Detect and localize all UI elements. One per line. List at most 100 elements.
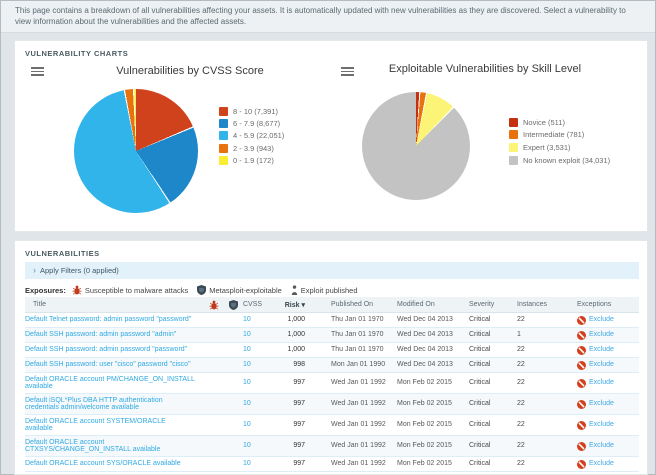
legend-swatch xyxy=(509,142,518,152)
exclude-label: Exclude xyxy=(589,421,614,429)
risk-value: 997 xyxy=(293,379,305,387)
skill-level-pie-chart[interactable] xyxy=(362,92,470,200)
cvss-value-link[interactable]: 10 xyxy=(243,460,273,468)
legend-item[interactable]: Expert (3,531) xyxy=(509,141,610,154)
cvss-value-link[interactable]: 10 xyxy=(243,400,273,408)
column-header-risk[interactable]: Risk ▾ xyxy=(273,301,313,309)
table-row: Default SSH password: user "cisco" passw… xyxy=(25,358,639,373)
legend-item[interactable]: 4 - 5.9 (22,051) xyxy=(219,130,284,142)
exclude-label: Exclude xyxy=(589,346,614,354)
instances-value: 22 xyxy=(517,460,525,468)
exclude-button[interactable]: Exclude xyxy=(555,345,639,355)
modified-date: Mon Feb 02 2015 xyxy=(397,400,452,408)
severity-value: Critical xyxy=(469,379,491,387)
legend-item[interactable]: Intermediate (781) xyxy=(509,129,610,142)
column-header-instances[interactable]: Instances xyxy=(515,301,555,308)
published-date: Thu Jan 01 1970 xyxy=(331,331,384,339)
severity-value: Critical xyxy=(469,442,491,450)
vulnerability-title-link[interactable]: Default ORACLE account PM/CHANGE_ON_INST… xyxy=(25,376,205,391)
exclude-button[interactable]: Exclude xyxy=(555,399,639,409)
page-description-banner: This page contains a breakdown of all vu… xyxy=(1,1,655,33)
severity-value: Critical xyxy=(469,331,491,339)
apply-filters-bar[interactable]: › Apply Filters (0 applied) xyxy=(25,262,639,279)
legend-item[interactable]: 6 - 7.9 (8,677) xyxy=(219,117,284,129)
column-header-published[interactable]: Published On xyxy=(313,301,395,308)
cvss-value-link[interactable]: 10 xyxy=(243,346,273,354)
exposures-label: Exposures: xyxy=(25,285,66,295)
table-row: Default Telnet password: admin password … xyxy=(25,313,639,328)
vulnerability-title-link[interactable]: Default ORACLE account CTXSYS/CHANGE_ON_… xyxy=(25,439,205,454)
exclude-button[interactable]: Exclude xyxy=(555,330,639,340)
table-header-row: Title CVSS Risk ▾ Published On Modified … xyxy=(25,297,639,313)
published-date: Wed Jan 01 1992 xyxy=(331,400,386,408)
cvss-value-link[interactable]: 10 xyxy=(243,361,273,369)
exclude-label: Exclude xyxy=(589,442,614,450)
exclude-button[interactable]: Exclude xyxy=(555,441,639,451)
vulnerability-title-link[interactable]: Default SSH password: user "cisco" passw… xyxy=(25,361,205,369)
instances-value: 22 xyxy=(517,361,525,369)
vulnerability-title-link[interactable]: Default SSH password: admin password "ad… xyxy=(25,331,205,339)
vulnerability-title-link[interactable]: Default ORACLE account SYSTEM/ORACLE ava… xyxy=(25,418,205,433)
chart1-menu-icon[interactable] xyxy=(31,67,44,76)
banner-text: This page contains a breakdown of all vu… xyxy=(15,6,626,26)
cvss-value-link[interactable]: 10 xyxy=(243,331,273,339)
legend-label: 6 - 7.9 (8,677) xyxy=(233,119,281,129)
modified-date: Mon Feb 02 2015 xyxy=(397,442,452,450)
cvss-score-legend: 8 - 10 (7,391) 6 - 7.9 (8,677) 4 - 5.9 (22… xyxy=(219,105,284,167)
severity-value: Critical xyxy=(469,361,491,369)
malware-bug-column-icon[interactable] xyxy=(205,300,223,310)
exploit-published-icon xyxy=(291,285,298,295)
legend-label: 2 - 3.9 (943) xyxy=(233,143,274,153)
metasploit-column-icon[interactable] xyxy=(223,299,243,310)
exclude-button[interactable]: Exclude xyxy=(555,459,639,469)
legend-label: No known exploit (34,031) xyxy=(523,155,611,165)
published-date: Wed Jan 01 1992 xyxy=(331,421,386,429)
chart2-title: Exploitable Vulnerabilities by Skill Lev… xyxy=(388,63,582,75)
legend-item[interactable]: 8 - 10 (7,391) xyxy=(219,105,284,117)
table-row: Default SSH password: admin password "pa… xyxy=(25,343,639,358)
sort-descending-icon: ▾ xyxy=(301,301,305,309)
exclude-button[interactable]: Exclude xyxy=(555,315,639,325)
risk-value: 998 xyxy=(293,361,305,369)
exclude-label: Exclude xyxy=(589,400,614,408)
legend-label: 4 - 5.9 (22,051) xyxy=(233,131,285,141)
legend-swatch xyxy=(219,156,228,166)
exclude-button[interactable]: Exclude xyxy=(555,378,639,388)
cvss-value-link[interactable]: 10 xyxy=(243,442,273,450)
exclude-button[interactable]: Exclude xyxy=(555,360,639,370)
legend-item[interactable]: 2 - 3.9 (943) xyxy=(219,142,284,154)
risk-value: 997 xyxy=(293,421,305,429)
modified-date: Wed Dec 04 2013 xyxy=(397,331,453,339)
exclude-icon xyxy=(577,459,586,469)
legend-item[interactable]: 0 - 1.9 (172) xyxy=(219,155,284,167)
column-header-exceptions[interactable]: Exceptions xyxy=(555,301,639,308)
modified-date: Wed Dec 04 2013 xyxy=(397,346,453,354)
chart1-title: Vulnerabilities by CVSS Score xyxy=(116,65,264,77)
cvss-value-link[interactable]: 10 xyxy=(243,421,273,429)
chart2-menu-icon[interactable] xyxy=(341,67,354,76)
exclude-button[interactable]: Exclude xyxy=(555,420,639,430)
legend-item[interactable]: Novice (511) xyxy=(509,116,610,129)
exclude-icon xyxy=(577,378,586,388)
vulnerability-title-link[interactable]: Default SSH password: admin password "pa… xyxy=(25,346,205,354)
published-date: Mon Jan 01 1990 xyxy=(331,361,386,369)
column-header-severity[interactable]: Severity xyxy=(459,301,515,308)
vulnerability-charts-panel: VULNERABILITY CHARTS Vulnerabilities by … xyxy=(14,40,648,232)
vulnerability-title-link[interactable]: Default Telnet password: admin password … xyxy=(25,316,205,324)
legend-item[interactable]: No known exploit (34,031) xyxy=(509,154,610,167)
table-row: Default ORACLE account CTXSYS/CHANGE_ON_… xyxy=(25,436,639,457)
modified-date: Wed Dec 04 2013 xyxy=(397,361,453,369)
table-row: Default ORACLE account SYS/ORACLE availa… xyxy=(25,457,639,472)
column-header-title[interactable]: Title xyxy=(25,301,205,308)
risk-value: 997 xyxy=(293,400,305,408)
cvss-value-link[interactable]: 10 xyxy=(243,316,273,324)
cvss-score-pie-chart[interactable] xyxy=(74,89,198,213)
column-header-modified[interactable]: Modified On xyxy=(395,301,459,308)
table-row: Default iSQL*Plus DBA HTTP authenticatio… xyxy=(25,394,639,415)
cvss-value-link[interactable]: 10 xyxy=(243,379,273,387)
vulnerability-title-link[interactable]: Default iSQL*Plus DBA HTTP authenticatio… xyxy=(25,397,205,412)
exclude-icon xyxy=(577,420,586,430)
column-header-cvss[interactable]: CVSS xyxy=(243,301,273,308)
vulnerability-title-link[interactable]: Default ORACLE account SYS/ORACLE availa… xyxy=(25,460,205,468)
severity-value: Critical xyxy=(469,400,491,408)
